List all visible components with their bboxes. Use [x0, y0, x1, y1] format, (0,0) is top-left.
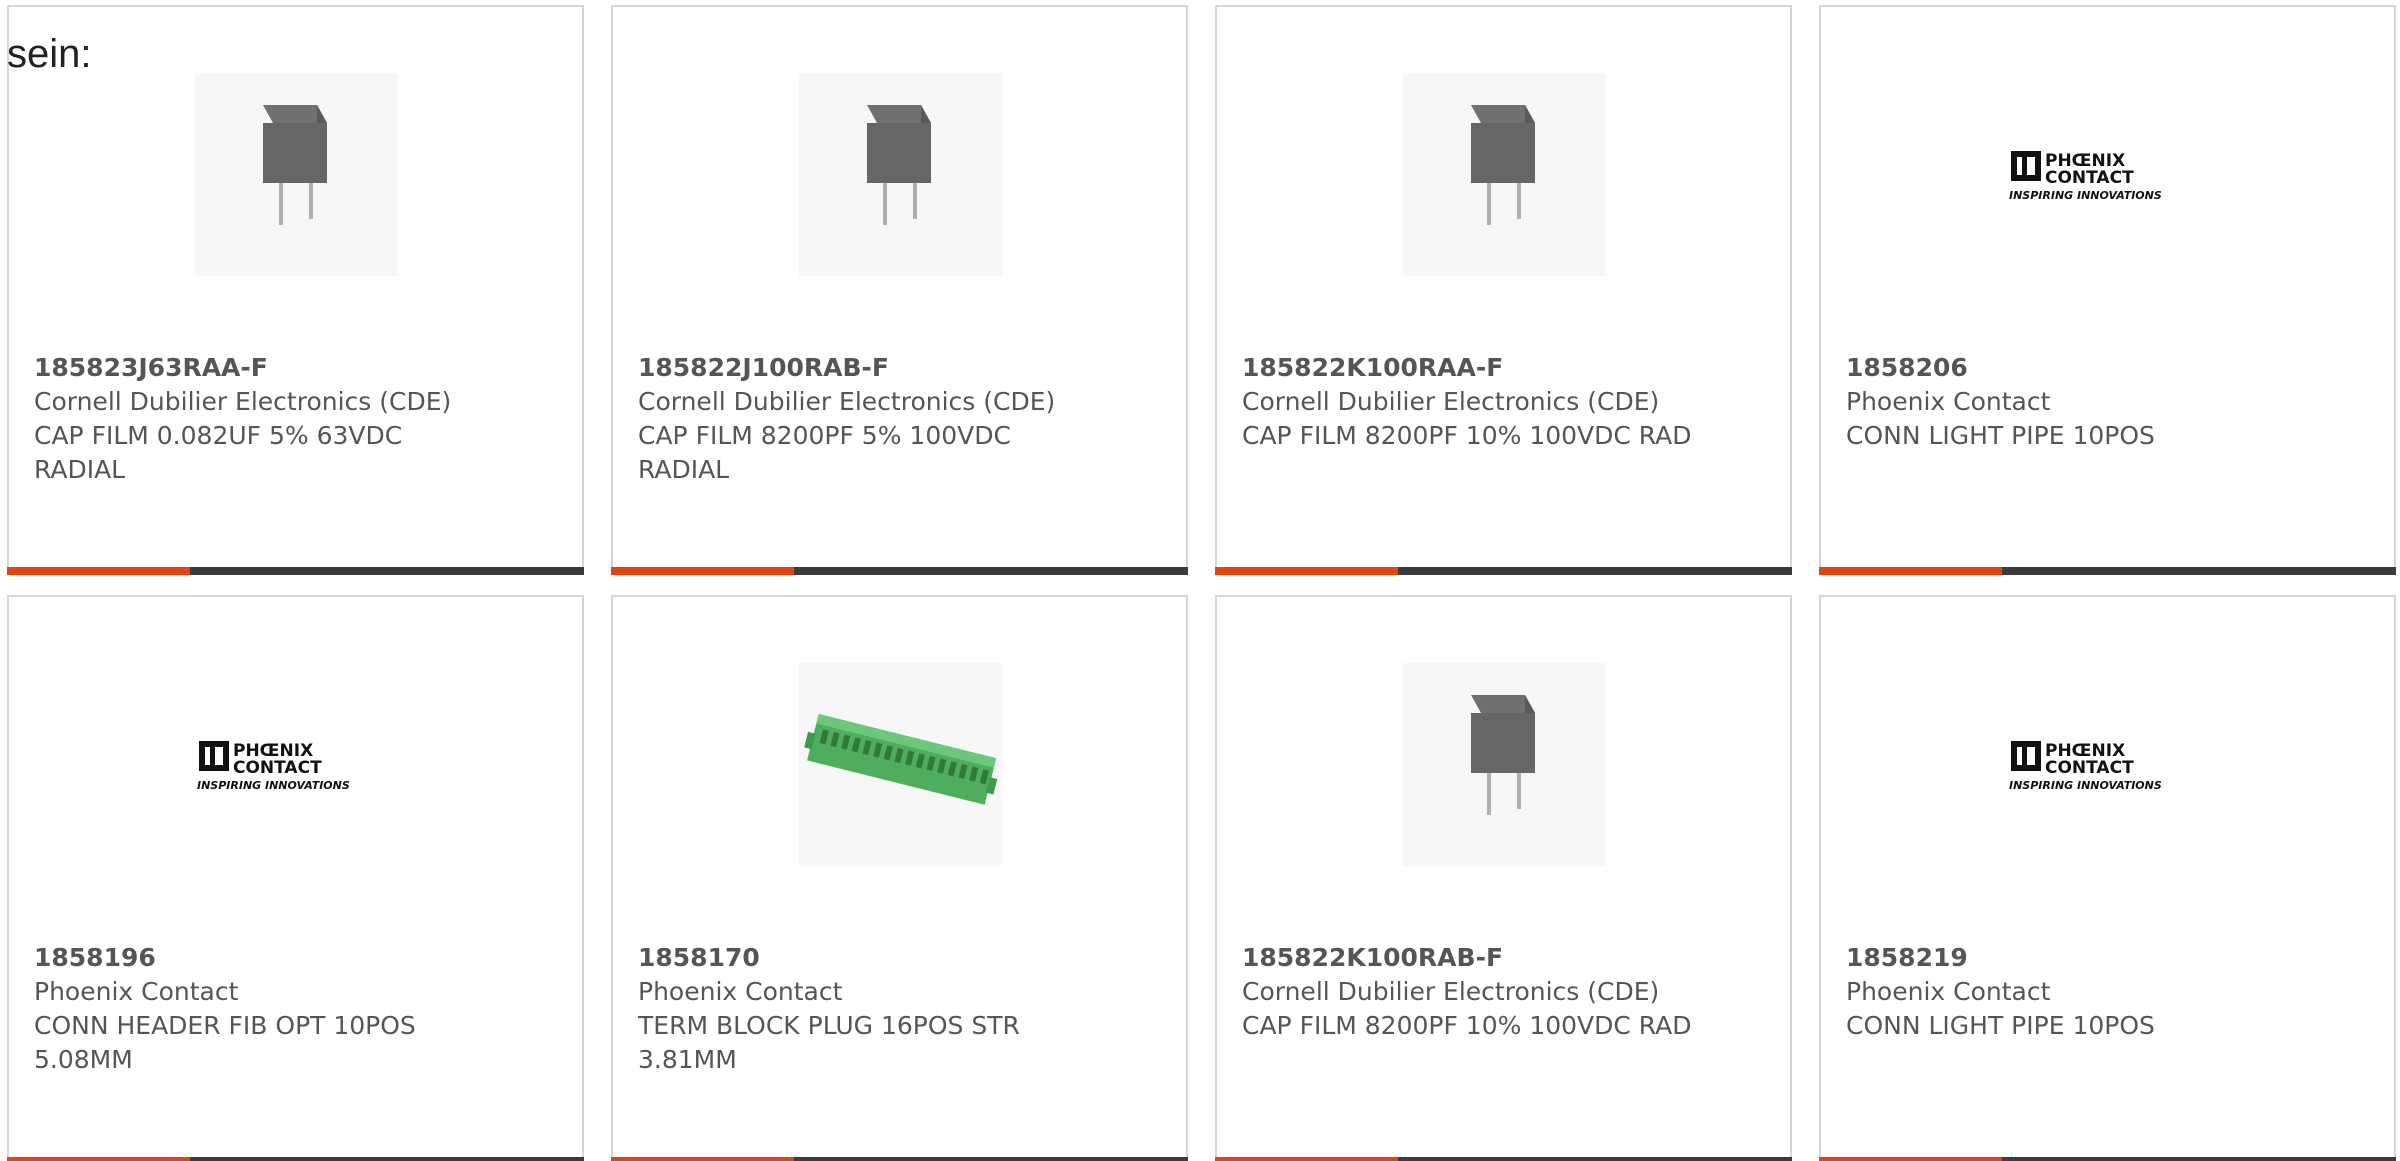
description: CAP FILM 8200PF 10% 100VDC RAD: [1242, 1011, 1692, 1040]
manufacturer: Cornell Dubilier Electronics (CDE): [1242, 387, 1660, 416]
product-info: 1858196 Phoenix Contact CONN HEADER FIB …: [34, 941, 494, 1077]
lead-text: sein:: [7, 32, 92, 76]
part-number[interactable]: 1858170: [638, 941, 1098, 975]
part-number[interactable]: 185822K100RAB-F: [1242, 941, 1702, 975]
product-image[interactable]: PHŒNIX CONTACT INSPIRING INNOVATIONS: [2007, 73, 2210, 276]
card-accent-bar: [7, 567, 190, 575]
manufacturer: Phoenix Contact: [1846, 387, 2051, 416]
terminal-block-icon: [804, 713, 998, 805]
manufacturer: Phoenix Contact: [1846, 977, 2051, 1006]
description: CAP FILM 8200PF 10% 100VDC RAD: [1242, 421, 1692, 450]
logo-line2: CONTACT: [2045, 758, 2134, 778]
product-image[interactable]: PHŒNIX CONTACT INSPIRING INNOVATIONS: [2007, 663, 2210, 866]
part-number[interactable]: 1858219: [1846, 941, 2306, 975]
manufacturer: Cornell Dubilier Electronics (CDE): [34, 387, 452, 416]
product-image[interactable]: [1403, 73, 1606, 276]
card-accent-bar: [7, 1157, 190, 1161]
product-card[interactable]: 185822K100RAB-F Cornell Dubilier Electro…: [1215, 595, 1792, 1161]
logo-tagline: INSPIRING INNOVATIONS: [197, 779, 350, 792]
part-number[interactable]: 185822K100RAA-F: [1242, 351, 1702, 385]
manufacturer: Cornell Dubilier Electronics (CDE): [1242, 977, 1660, 1006]
card-bar: [611, 567, 1188, 575]
product-info: 1858219 Phoenix Contact CONN LIGHT PIPE …: [1846, 941, 2306, 1043]
product-info: 1858206 Phoenix Contact CONN LIGHT PIPE …: [1846, 351, 2306, 453]
product-card[interactable]: 185822K100RAA-F Cornell Dubilier Electro…: [1215, 5, 1792, 575]
description: CAP FILM 0.082UF 5% 63VDC RADIAL: [34, 421, 403, 484]
capacitor-icon: [1471, 105, 1535, 225]
phoenix-contact-logo: PHŒNIX CONTACT INSPIRING INNOVATIONS: [2009, 150, 2162, 202]
product-image[interactable]: [1403, 663, 1606, 866]
product-card[interactable]: PHŒNIX CONTACT INSPIRING INNOVATIONS 185…: [1819, 5, 2396, 575]
product-card[interactable]: PHŒNIX CONTACT INSPIRING INNOVATIONS 185…: [7, 595, 584, 1161]
product-info: 185822K100RAA-F Cornell Dubilier Electro…: [1242, 351, 1702, 453]
card-bar: [1819, 1157, 2396, 1161]
part-number[interactable]: 185822J100RAB-F: [638, 351, 1098, 385]
product-card[interactable]: 1858170 Phoenix Contact TERM BLOCK PLUG …: [611, 595, 1188, 1161]
capacitor-icon: [1471, 695, 1535, 815]
card-bar: [1819, 567, 2396, 575]
product-image[interactable]: [799, 663, 1002, 866]
phoenix-contact-logo: PHŒNIX CONTACT INSPIRING INNOVATIONS: [2009, 740, 2162, 792]
description: TERM BLOCK PLUG 16POS STR 3.81MM: [638, 1011, 1020, 1074]
phoenix-contact-logo: PHŒNIX CONTACT INSPIRING INNOVATIONS: [197, 740, 350, 792]
product-info: 185822J100RAB-F Cornell Dubilier Electro…: [638, 351, 1098, 487]
card-accent-bar: [1819, 1157, 2002, 1161]
product-image[interactable]: [195, 73, 398, 276]
product-image[interactable]: PHŒNIX CONTACT INSPIRING INNOVATIONS: [195, 663, 398, 866]
product-info: 1858170 Phoenix Contact TERM BLOCK PLUG …: [638, 941, 1098, 1077]
product-card[interactable]: 185823J63RAA-F Cornell Dubilier Electron…: [7, 5, 584, 575]
card-bar: [1215, 1157, 1792, 1161]
card-bar: [7, 567, 584, 575]
part-number[interactable]: 185823J63RAA-F: [34, 351, 494, 385]
logo-tagline: INSPIRING INNOVATIONS: [2009, 779, 2162, 792]
product-grid-page: sein: 185823J63RAA-F Cornell Dubilier El…: [0, 0, 2400, 1161]
card-accent-bar: [1819, 567, 2002, 575]
card-accent-bar: [1215, 1157, 1398, 1161]
description: CONN LIGHT PIPE 10POS: [1846, 421, 2155, 450]
card-bar: [1215, 567, 1792, 575]
description: CAP FILM 8200PF 5% 100VDC RADIAL: [638, 421, 1011, 484]
description: CONN HEADER FIB OPT 10POS 5.08MM: [34, 1011, 416, 1074]
capacitor-icon: [867, 105, 931, 225]
product-card[interactable]: 185822J100RAB-F Cornell Dubilier Electro…: [611, 5, 1188, 575]
part-number[interactable]: 1858206: [1846, 351, 2306, 385]
part-number[interactable]: 1858196: [34, 941, 494, 975]
logo-line2: CONTACT: [2045, 168, 2134, 188]
product-info: 185822K100RAB-F Cornell Dubilier Electro…: [1242, 941, 1702, 1043]
product-info: 185823J63RAA-F Cornell Dubilier Electron…: [34, 351, 494, 487]
card-accent-bar: [1215, 567, 1398, 575]
card-accent-bar: [611, 1157, 794, 1161]
product-card[interactable]: PHŒNIX CONTACT INSPIRING INNOVATIONS 185…: [1819, 595, 2396, 1161]
card-accent-bar: [611, 567, 794, 575]
manufacturer: Cornell Dubilier Electronics (CDE): [638, 387, 1056, 416]
logo-tagline: INSPIRING INNOVATIONS: [2009, 189, 2162, 202]
card-bar: [611, 1157, 1188, 1161]
description: CONN LIGHT PIPE 10POS: [1846, 1011, 2155, 1040]
capacitor-icon: [263, 105, 327, 225]
manufacturer: Phoenix Contact: [34, 977, 239, 1006]
manufacturer: Phoenix Contact: [638, 977, 843, 1006]
product-image[interactable]: [799, 73, 1002, 276]
logo-line2: CONTACT: [233, 758, 322, 778]
card-bar: [7, 1157, 584, 1161]
